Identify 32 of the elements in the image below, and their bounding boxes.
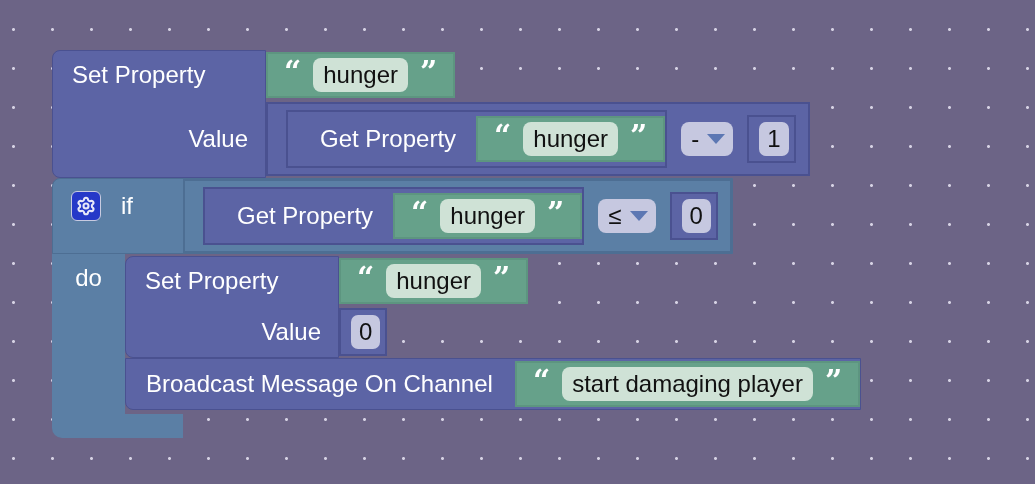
block-label: Set Property: [144, 267, 279, 295]
quote-mark: “: [411, 198, 429, 228]
caret-icon: [629, 211, 648, 221]
block-label: Value: [261, 318, 322, 346]
quote-mark: ”: [547, 198, 565, 228]
block-label: Set Property: [71, 61, 206, 89]
operator-dropdown[interactable]: -: [681, 122, 734, 156]
settings-icon[interactable]: [71, 191, 101, 221]
number-field[interactable]: 1: [759, 122, 789, 156]
caret-icon: [707, 134, 726, 144]
quote-mark: “: [357, 263, 375, 293]
text-field[interactable]: hunger: [440, 199, 536, 233]
text-field[interactable]: start damaging player: [562, 367, 813, 401]
text-field[interactable]: hunger: [386, 264, 481, 298]
quote-mark: ”: [824, 366, 843, 396]
quote-mark: ”: [630, 121, 648, 151]
block-label: Value: [188, 125, 249, 153]
if-block-arm: do: [52, 254, 125, 414]
quote-mark: “: [532, 366, 551, 396]
block-label: Get Property: [237, 202, 374, 230]
quote-mark: “: [494, 121, 512, 151]
number-field[interactable]: 0: [681, 199, 711, 233]
number-field[interactable]: 0: [351, 315, 381, 349]
quote-mark: “: [284, 57, 302, 87]
text-field[interactable]: hunger: [523, 122, 619, 156]
text-field[interactable]: hunger: [313, 58, 408, 92]
block-label: Broadcast Message On Channel: [146, 370, 493, 398]
quote-mark: ”: [493, 263, 511, 293]
operator-dropdown[interactable]: ≤: [598, 199, 656, 233]
block-label: Get Property: [320, 125, 457, 153]
quote-mark: ”: [420, 57, 438, 87]
block-label: if: [121, 192, 133, 220]
